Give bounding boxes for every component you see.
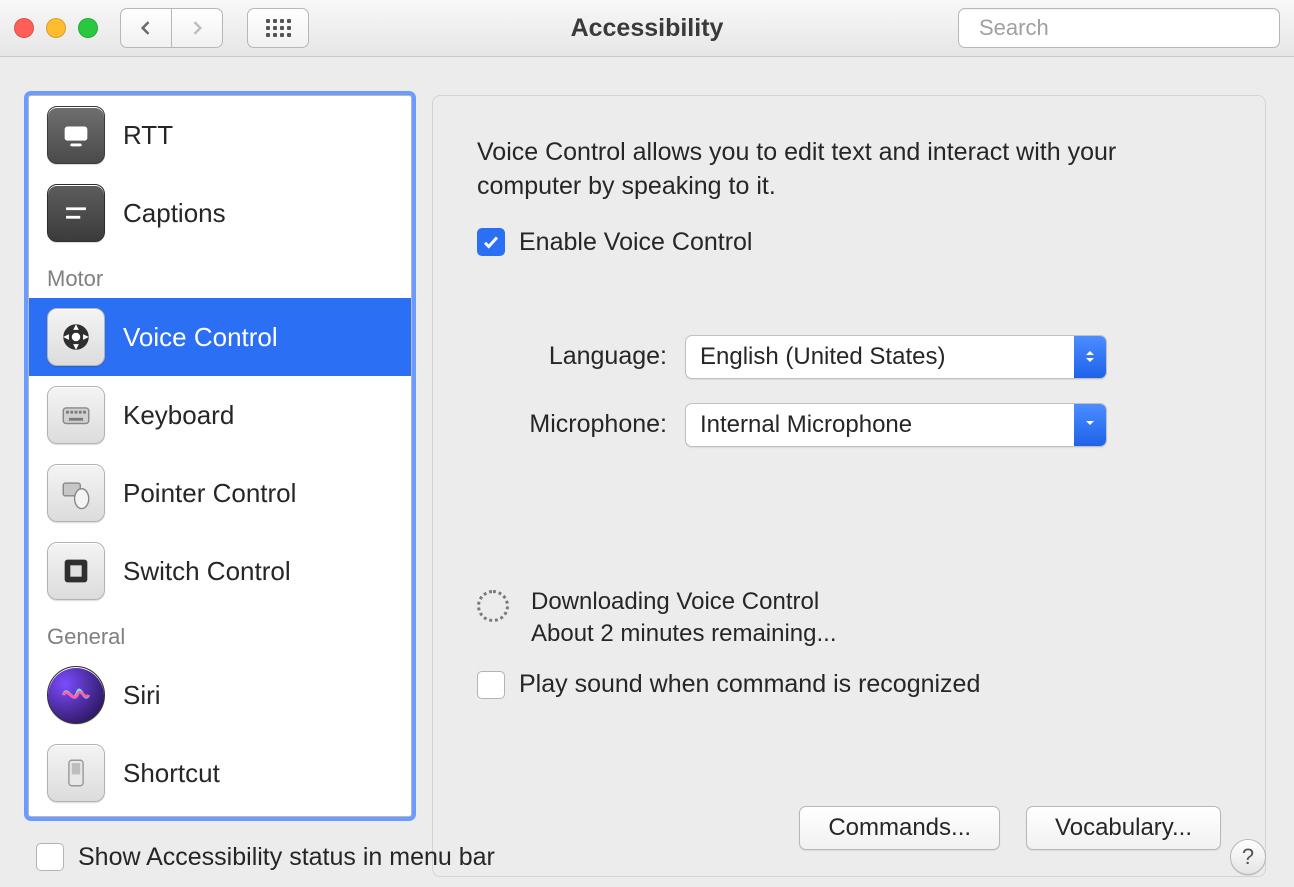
sidebar-item-shortcut[interactable]: Shortcut: [29, 734, 411, 812]
captions-icon: [47, 184, 105, 242]
check-icon: [482, 233, 500, 251]
minimize-window-button[interactable]: [46, 18, 66, 38]
chevron-down-icon: [1074, 404, 1106, 446]
search-input[interactable]: [977, 14, 1269, 42]
show-status-checkbox[interactable]: [36, 843, 64, 871]
sidebar-item-label: Switch Control: [123, 556, 291, 587]
shortcut-icon: [47, 744, 105, 802]
window-title: Accessibility: [571, 14, 724, 43]
keyboard-icon: [47, 386, 105, 444]
download-status: Downloading Voice Control About 2 minute…: [477, 586, 1221, 651]
sidebar-item-keyboard[interactable]: Keyboard: [29, 376, 411, 454]
download-remaining: About 2 minutes remaining...: [531, 618, 837, 650]
microphone-select[interactable]: Internal Microphone: [685, 403, 1107, 447]
microphone-label: Microphone:: [477, 410, 667, 439]
window-toolbar: Accessibility: [0, 0, 1294, 57]
sidebar-item-siri[interactable]: Siri: [29, 656, 411, 734]
enable-voice-control-row[interactable]: Enable Voice Control: [477, 228, 1221, 257]
close-window-button[interactable]: [14, 18, 34, 38]
sidebar-item-captions[interactable]: Captions: [29, 174, 411, 252]
sidebar-item-pointer-control[interactable]: Pointer Control: [29, 454, 411, 532]
microphone-value: Internal Microphone: [686, 411, 1074, 439]
sidebar-item-label: Shortcut: [123, 758, 220, 789]
sidebar-header-motor: Motor: [29, 252, 411, 298]
sidebar-item-label: Voice Control: [123, 322, 278, 353]
enable-voice-control-checkbox[interactable]: [477, 228, 505, 256]
sidebar-item-switch-control[interactable]: Switch Control: [29, 532, 411, 610]
zoom-window-button[interactable]: [78, 18, 98, 38]
rtt-icon: [47, 106, 105, 164]
play-sound-row[interactable]: Play sound when command is recognized: [477, 670, 980, 699]
show-status-label: Show Accessibility status in menu bar: [78, 843, 495, 872]
download-title: Downloading Voice Control: [531, 586, 837, 618]
window-controls: [14, 18, 98, 38]
show-all-button[interactable]: [247, 8, 309, 48]
sidebar-item-label: Captions: [123, 198, 226, 229]
forward-button[interactable]: [172, 8, 223, 48]
search-field[interactable]: [958, 8, 1280, 48]
chevron-right-icon: [187, 18, 207, 38]
nav-buttons: [120, 8, 223, 48]
siri-icon: [47, 666, 105, 724]
play-sound-label: Play sound when command is recognized: [519, 670, 980, 699]
chevron-left-icon: [136, 18, 156, 38]
back-button[interactable]: [120, 8, 172, 48]
switch-control-icon: [47, 542, 105, 600]
stepper-icon: [1074, 336, 1106, 378]
sidebar-item-label: Keyboard: [123, 400, 234, 431]
play-sound-checkbox[interactable]: [477, 671, 505, 699]
language-value: English (United States): [686, 343, 1074, 371]
sidebar-item-rtt[interactable]: RTT: [29, 96, 411, 174]
footer: Show Accessibility status in menu bar ?: [36, 839, 1266, 875]
spinner-icon: [477, 590, 509, 622]
help-button[interactable]: ?: [1230, 839, 1266, 875]
language-label: Language:: [477, 342, 667, 371]
language-select[interactable]: English (United States): [685, 335, 1107, 379]
sidebar-item-voice-control[interactable]: Voice Control: [29, 298, 411, 376]
pointer-control-icon: [47, 464, 105, 522]
sidebar-header-general: General: [29, 610, 411, 656]
sidebar-item-label: Pointer Control: [123, 478, 296, 509]
voice-control-panel: Voice Control allows you to edit text an…: [432, 95, 1266, 877]
voice-control-description: Voice Control allows you to edit text an…: [477, 136, 1221, 204]
sidebar-item-label: Siri: [123, 680, 161, 711]
accessibility-sidebar: RTT Captions Motor Voice Control Keyb: [28, 95, 412, 817]
enable-voice-control-label: Enable Voice Control: [519, 228, 752, 257]
sidebar-item-label: RTT: [123, 120, 173, 151]
voice-control-icon: [47, 308, 105, 366]
grid-icon: [266, 19, 291, 37]
